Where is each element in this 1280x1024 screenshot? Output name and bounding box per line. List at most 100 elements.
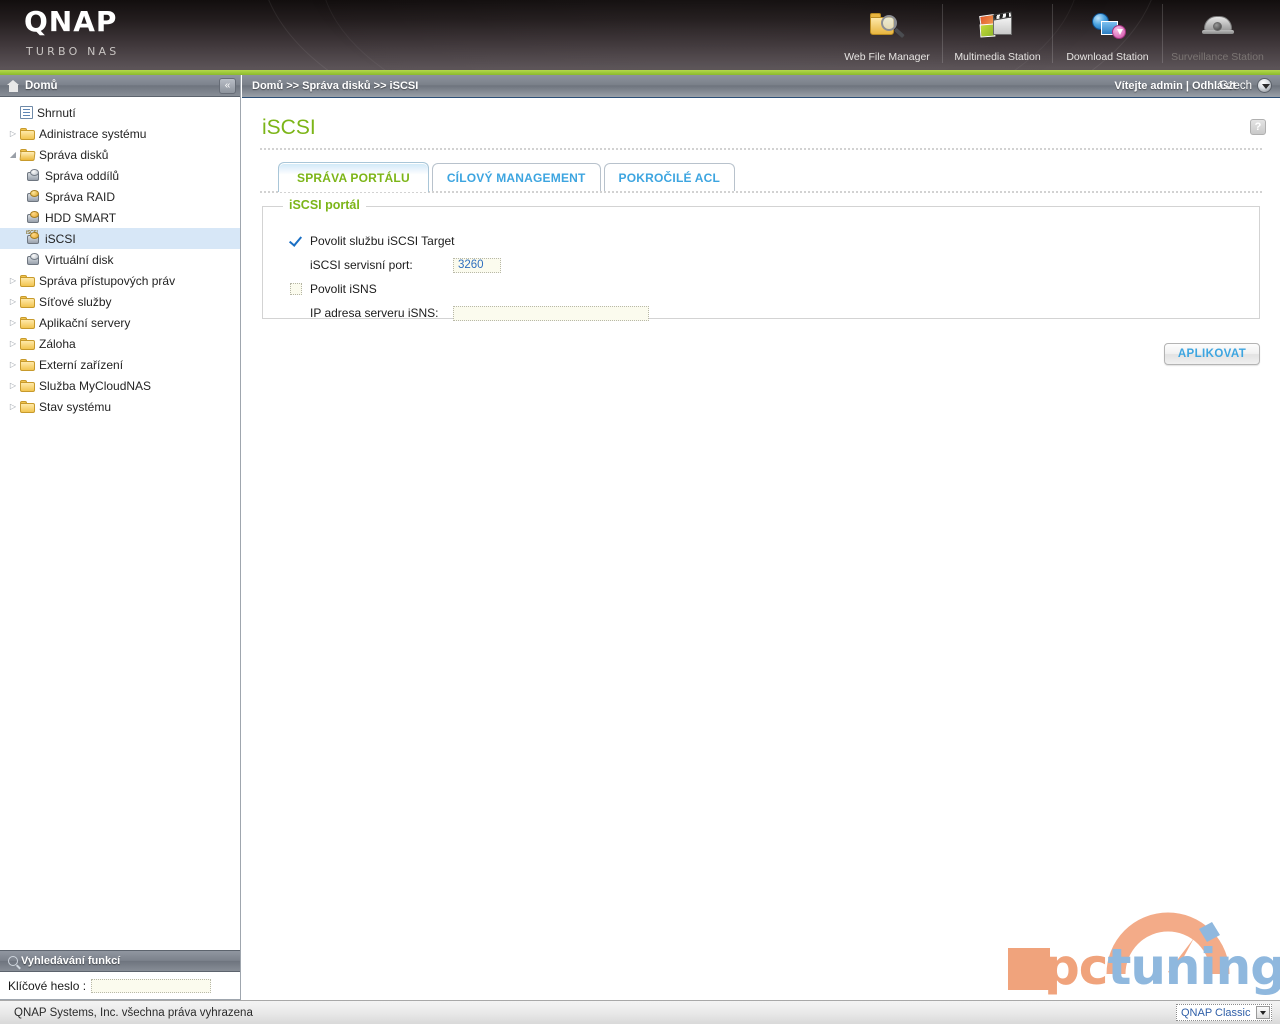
tab-bar: SPRÁVA PORTÁLU CÍLOVÝ MANAGEMENT POKROČI… [278, 162, 1280, 192]
service-port-input[interactable] [453, 257, 501, 273]
sidebar-item-sluzba-mycloudnas[interactable]: ▷ Služba MyCloudNAS [0, 375, 240, 396]
tree-twisty-expanded[interactable]: ◢ [6, 150, 20, 159]
help-button[interactable]: ? [1250, 119, 1266, 135]
apply-button[interactable]: APLIKOVAT [1164, 343, 1260, 365]
tree-twisty[interactable]: ▷ [6, 402, 20, 411]
sidebar-item-sprava-oddilu[interactable]: Správa oddílů [0, 165, 240, 186]
sidebar-item-aplikacni-servery[interactable]: ▷ Aplikační servery [0, 312, 240, 333]
summary-icon [20, 106, 33, 119]
web-file-manager-icon [832, 8, 942, 48]
enable-iscsi-target-checkbox[interactable] [290, 235, 302, 247]
enable-isns-row: Povolit iSNS [290, 277, 1259, 301]
sidebar-item-label: Síťové služby [39, 294, 112, 309]
tree-twisty[interactable]: ▷ [6, 381, 20, 390]
main-content: Domů >> Správa disků >> iSCSI Vítejte ad… [242, 75, 1280, 1000]
breadcrumb-bar: Domů >> Správa disků >> iSCSI Vítejte ad… [242, 75, 1280, 98]
sidebar-item-virtualni-disk[interactable]: Virtuální disk [0, 249, 240, 270]
app-shortcut-surveillance-station[interactable]: Surveillance Station [1162, 4, 1272, 63]
sidebar-item-externi-zarizeni[interactable]: ▷ Externí zařízení [0, 354, 240, 375]
logo-main-text: QNAP [24, 5, 118, 38]
home-icon [7, 79, 20, 92]
sidebar-item-shrnuti[interactable]: Shrnutí [0, 102, 240, 123]
qnap-logo: QNAP TURBO NAS [24, 5, 119, 59]
theme-select[interactable]: QNAP Classic [1176, 1004, 1272, 1021]
disk-icon [26, 169, 41, 182]
sidebar-tree: Shrnutí ▷ Adinistrace systému ◢ Správa d… [0, 97, 240, 417]
tab-cilovy-management[interactable]: CÍLOVÝ MANAGEMENT [431, 163, 601, 191]
apply-row: APLIKOVAT [242, 343, 1260, 365]
sidebar-item-label: HDD SMART [45, 210, 117, 225]
sidebar-item-label: Stav systému [39, 399, 112, 414]
tree-twisty[interactable]: ▷ [6, 318, 20, 327]
surveillance-station-icon [1163, 8, 1272, 48]
sidebar-item-label: Záloha [39, 336, 76, 351]
sidebar-collapse-button[interactable]: « [219, 78, 236, 94]
multimedia-station-icon [943, 8, 1052, 48]
footer-bar: QNAP Systems, Inc. všechna práva vyhraze… [0, 1000, 1280, 1024]
tab-label: POKROČILÉ ACL [618, 171, 721, 185]
download-station-icon [1053, 8, 1162, 48]
folder-icon [20, 274, 35, 287]
app-shortcuts: Web File Manager Multimedia Station Down… [832, 4, 1272, 63]
iscsi-portal-panel: iSCSI portál Povolit službu iSCSI Target… [262, 198, 1260, 321]
watermark-square [1008, 948, 1050, 990]
tree-twisty[interactable]: ▷ [6, 297, 20, 306]
sidebar-item-sitove-sluzby[interactable]: ▷ Síťové služby [0, 291, 240, 312]
sidebar-item-label: Správa oddílů [45, 168, 120, 183]
iscsi-portal-form: Povolit službu iSCSI Target iSCSI servis… [263, 207, 1259, 325]
app-shortcut-label: Multimedia Station [954, 51, 1041, 63]
search-icon [8, 956, 18, 966]
tab-label: CÍLOVÝ MANAGEMENT [446, 171, 586, 185]
enable-iscsi-target-label: Povolit službu iSCSI Target [310, 234, 455, 248]
watermark-gauge-icon [1106, 912, 1230, 975]
folder-icon [20, 400, 35, 413]
keyword-label: Klíčové heslo : [8, 978, 87, 993]
user-session-info[interactable]: Vítejte admin | Odhlásit [1114, 80, 1236, 92]
sidebar-title: Domů [25, 79, 58, 92]
sidebar-header: Domů « [0, 75, 240, 97]
tree-twisty[interactable]: ▷ [6, 276, 20, 285]
enable-isns-checkbox[interactable] [290, 283, 302, 295]
folder-icon [20, 127, 35, 140]
hdd-smart-icon [26, 211, 41, 224]
chevron-down-icon[interactable] [1256, 1006, 1270, 1019]
sidebar-search-body: Klíčové heslo : [0, 972, 240, 1000]
tab-pokrocile-acl[interactable]: POKROČILÉ ACL [603, 163, 736, 191]
isns-address-row: IP adresa serveru iSNS: [290, 301, 1259, 325]
tree-twisty[interactable]: ▷ [6, 339, 20, 348]
app-shortcut-download-station[interactable]: Download Station [1052, 4, 1162, 63]
sidebar-item-hdd-smart[interactable]: HDD SMART [0, 207, 240, 228]
breadcrumb: Domů >> Správa disků >> iSCSI [252, 80, 419, 92]
copyright-text: QNAP Systems, Inc. všechna práva vyhraze… [14, 1006, 253, 1019]
sidebar-item-administrace-systemu[interactable]: ▷ Adinistrace systému [0, 123, 240, 144]
sidebar-item-sprava-pristupovych-prav[interactable]: ▷ Správa přístupových práv [0, 270, 240, 291]
tree-twisty[interactable]: ▷ [6, 129, 20, 138]
sidebar-item-zaloha[interactable]: ▷ Záloha [0, 333, 240, 354]
search-input[interactable] [91, 978, 212, 993]
watermark-pc-text: pc [1044, 938, 1108, 996]
theme-select-value: QNAP Classic [1181, 1006, 1251, 1019]
sidebar-item-sprava-disku[interactable]: ◢ Správa disků [0, 144, 240, 165]
sidebar-item-sprava-raid[interactable]: Správa RAID [0, 186, 240, 207]
iscsi-icon: iSCSI [26, 230, 41, 245]
panel-legend: iSCSI portál [283, 198, 366, 212]
sidebar-item-stav-systemu[interactable]: ▷ Stav systému [0, 396, 240, 417]
watermark-text: pctuning [1044, 942, 1280, 992]
raid-icon [26, 190, 41, 203]
watermark-tuning-text: tuning [1107, 938, 1280, 996]
app-shortcut-web-file-manager[interactable]: Web File Manager [832, 4, 942, 63]
app-shortcut-label: Web File Manager [844, 51, 930, 63]
tab-sprava-portalu[interactable]: SPRÁVA PORTÁLU [278, 162, 429, 192]
folder-open-icon [19, 148, 36, 161]
sidebar-item-label: Shrnutí [37, 105, 76, 120]
tree-twisty[interactable]: ▷ [6, 360, 20, 369]
folder-icon [20, 316, 35, 329]
isns-address-input[interactable] [453, 305, 649, 321]
folder-icon [20, 358, 35, 371]
app-shortcut-multimedia-station[interactable]: Multimedia Station [942, 4, 1052, 63]
pctuning-watermark: pctuning [996, 896, 1280, 992]
language-selector[interactable]: Czech [1219, 78, 1272, 93]
sidebar-item-label: Virtuální disk [45, 252, 114, 267]
chevron-down-icon[interactable] [1257, 78, 1272, 93]
sidebar-item-iscsi[interactable]: iSCSI iSCSI [0, 228, 240, 249]
